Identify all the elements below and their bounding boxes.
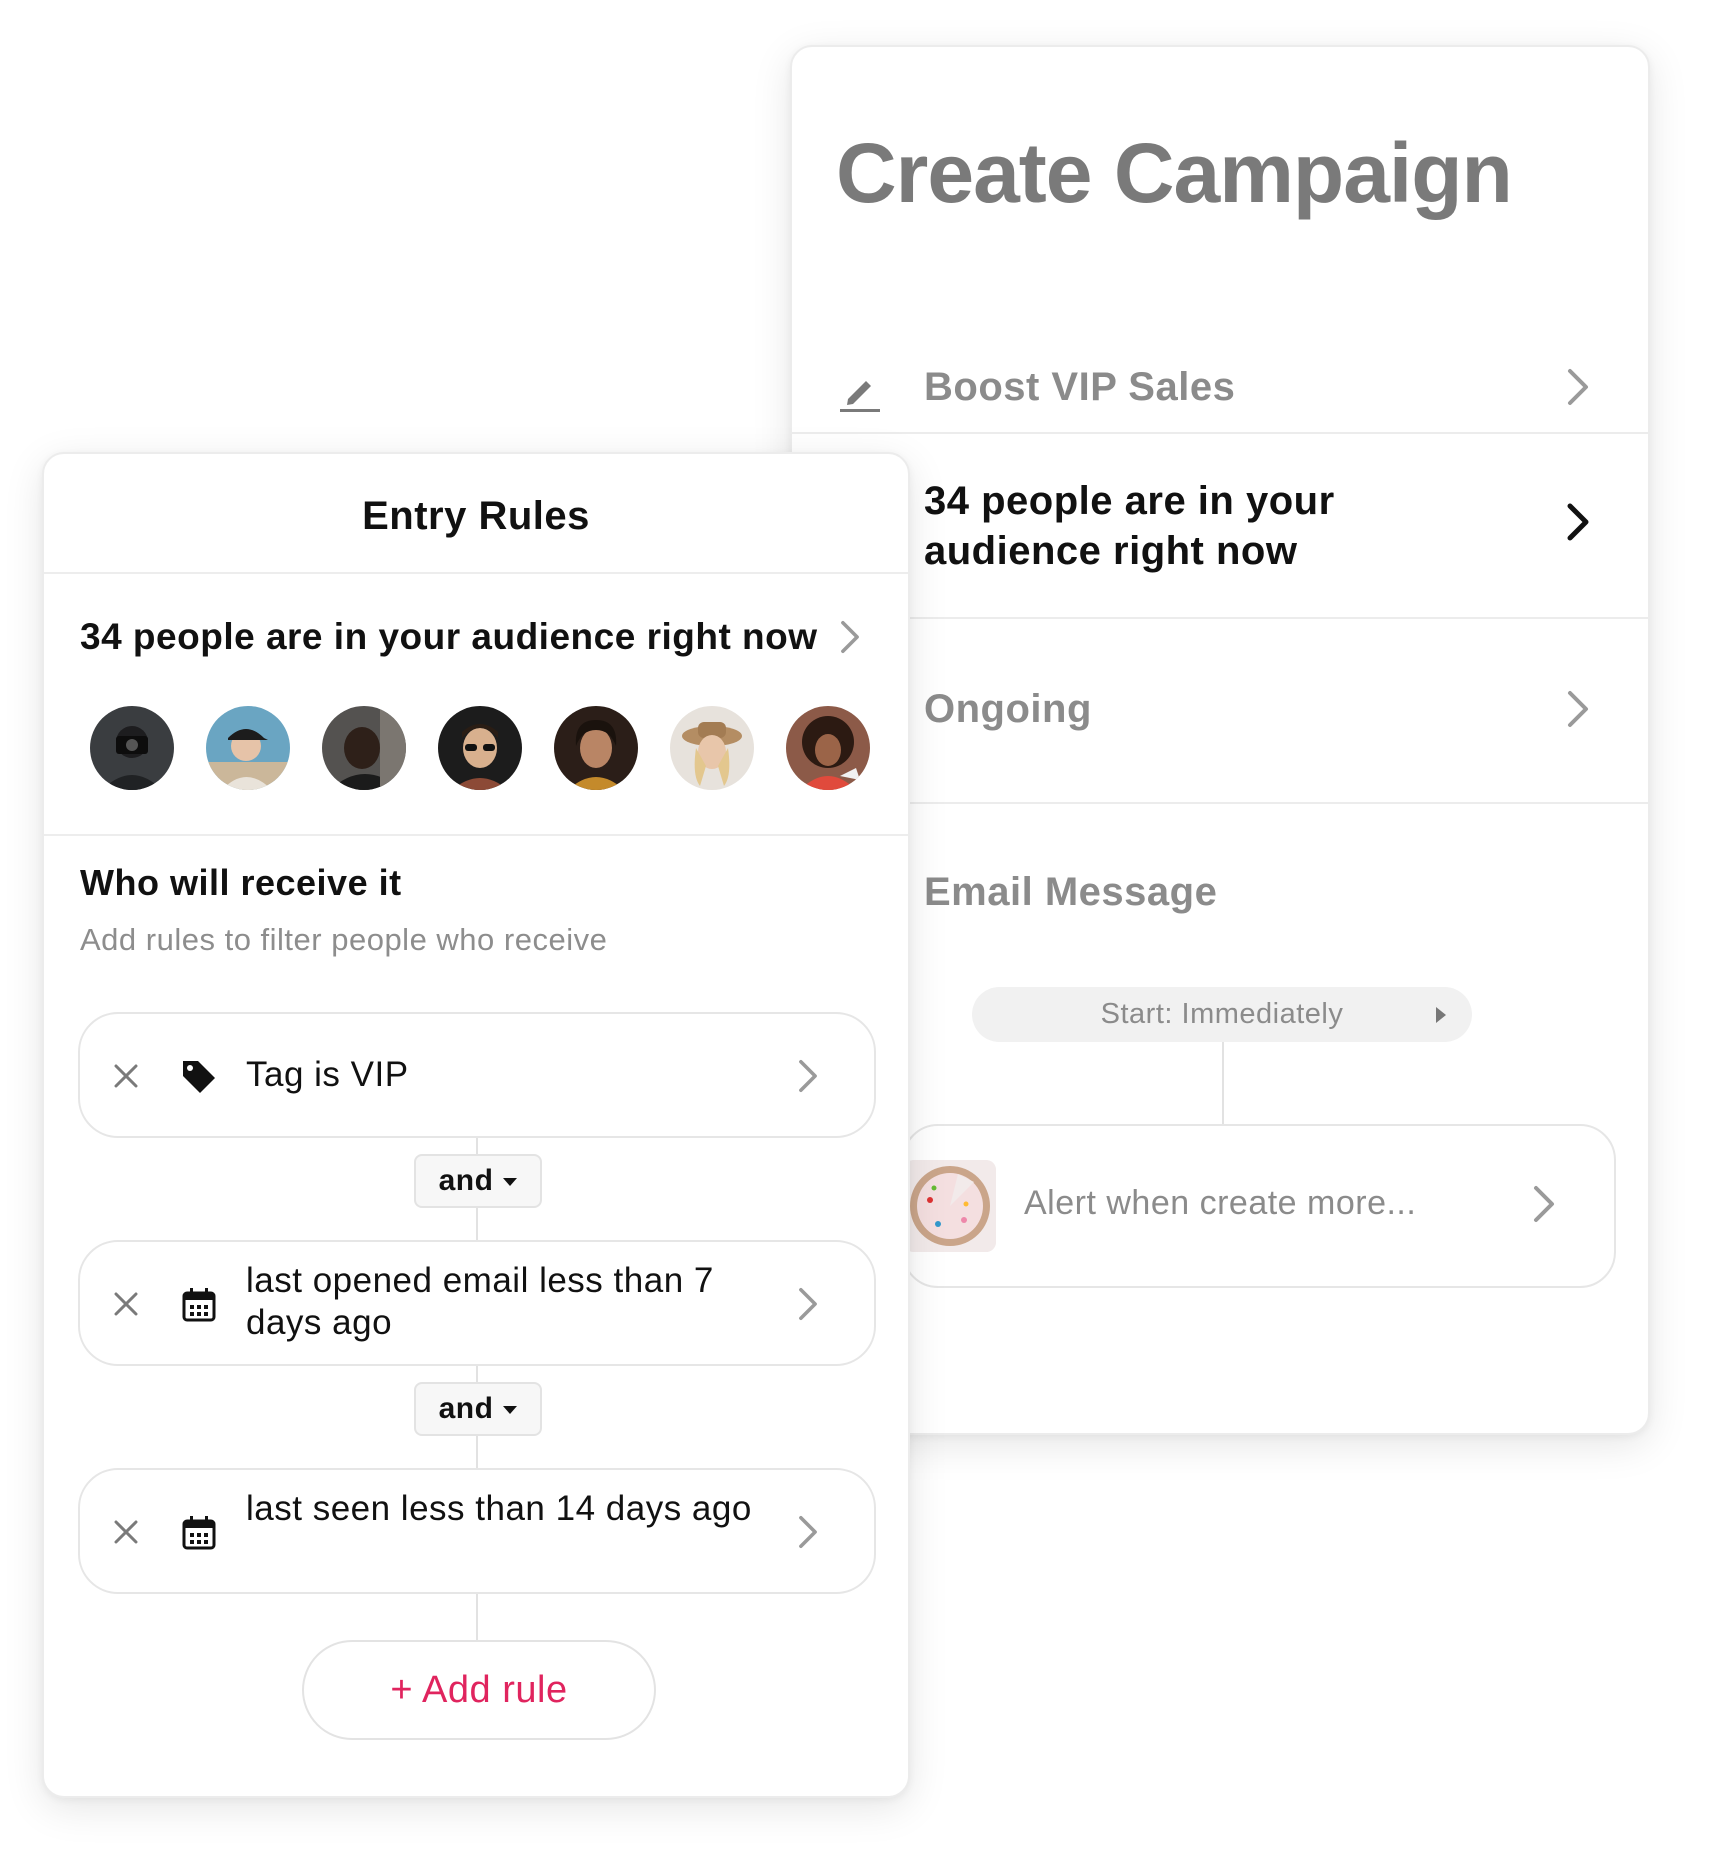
connector-line	[476, 1594, 478, 1640]
divider	[44, 834, 908, 836]
email-thumbnail	[904, 1160, 996, 1252]
audience-label: 34 people are in your audience right now	[924, 479, 1335, 573]
add-rule-button[interactable]: + Add rule	[302, 1640, 656, 1740]
tag-icon	[180, 1058, 218, 1096]
remove-rule-icon[interactable]	[112, 1518, 140, 1546]
divider	[44, 572, 908, 574]
chevron-right-icon	[1560, 367, 1596, 407]
create-campaign-panel: Create Campaign Boost VIP Sales 34 peopl…	[790, 45, 1650, 1435]
chevron-right-icon	[1560, 689, 1596, 729]
email-step-label: Alert when create more...	[1024, 1184, 1417, 1222]
and-connector-dropdown[interactable]: and	[414, 1382, 542, 1436]
section-title: Who will receive it	[80, 862, 402, 903]
section-subtitle: Add rules to filter people who receive	[80, 922, 608, 957]
calendar-icon	[180, 1286, 218, 1324]
audience-avatars	[90, 706, 870, 790]
entry-rules-title: Entry Rules	[362, 494, 590, 538]
rule-item[interactable]: last seen less than 14 days ago	[78, 1468, 876, 1594]
connector-line	[476, 1208, 478, 1240]
entry-rules-panel: Entry Rules 34 people are in your audien…	[42, 452, 910, 1798]
avatar[interactable]	[554, 706, 638, 790]
caret-down-icon	[503, 1178, 518, 1187]
pencil-icon	[836, 367, 884, 415]
connector-label: and	[438, 1164, 494, 1197]
chevron-right-icon	[792, 1514, 824, 1555]
chevron-right-icon	[834, 619, 866, 660]
connector-line	[476, 1436, 478, 1468]
audience-count-link[interactable]: 34 people are in your audience right now	[80, 616, 818, 658]
remove-rule-icon[interactable]	[112, 1062, 140, 1090]
rule-label: last opened email less than 7 days ago	[246, 1261, 714, 1342]
email-step-card[interactable]: Alert when create more...	[902, 1124, 1616, 1288]
connector-line	[1222, 1042, 1224, 1124]
remove-rule-icon[interactable]	[112, 1290, 140, 1318]
chevron-right-icon	[792, 1286, 824, 1327]
rule-label: last seen less than 14 days ago	[246, 1489, 752, 1528]
avatar[interactable]	[206, 706, 290, 790]
rule-label: Tag is VIP	[246, 1055, 409, 1094]
rule-item[interactable]: last opened email less than 7 days ago	[78, 1240, 876, 1366]
calendar-icon	[180, 1514, 218, 1552]
schedule-row[interactable]: Ongoing	[792, 617, 1648, 804]
caret-down-icon	[503, 1406, 518, 1415]
avatar[interactable]	[786, 706, 870, 790]
email-section-title: Email Message	[924, 870, 1218, 914]
avatar[interactable]	[670, 706, 754, 790]
avatar[interactable]	[438, 706, 522, 790]
avatar[interactable]	[322, 706, 406, 790]
caret-right-icon	[1436, 1007, 1446, 1023]
page-title: Create Campaign	[836, 126, 1513, 220]
schedule-label: Ongoing	[924, 687, 1092, 731]
and-connector-dropdown[interactable]: and	[414, 1154, 542, 1208]
chevron-right-icon	[1560, 502, 1596, 542]
connector-label: and	[438, 1392, 494, 1425]
avatar[interactable]	[90, 706, 174, 790]
audience-row[interactable]: 34 people are in your audience right now	[792, 432, 1648, 619]
start-timing-label: Start: Immediately	[1100, 998, 1344, 1030]
chevron-right-icon	[1526, 1184, 1562, 1224]
email-message-section: Email Message Start: Immediately Alert w…	[792, 802, 1648, 1404]
rule-item[interactable]: Tag is VIP	[78, 1012, 876, 1138]
campaign-name-label: Boost VIP Sales	[924, 365, 1236, 409]
start-timing-button[interactable]: Start: Immediately	[972, 987, 1472, 1042]
chevron-right-icon	[792, 1058, 824, 1099]
